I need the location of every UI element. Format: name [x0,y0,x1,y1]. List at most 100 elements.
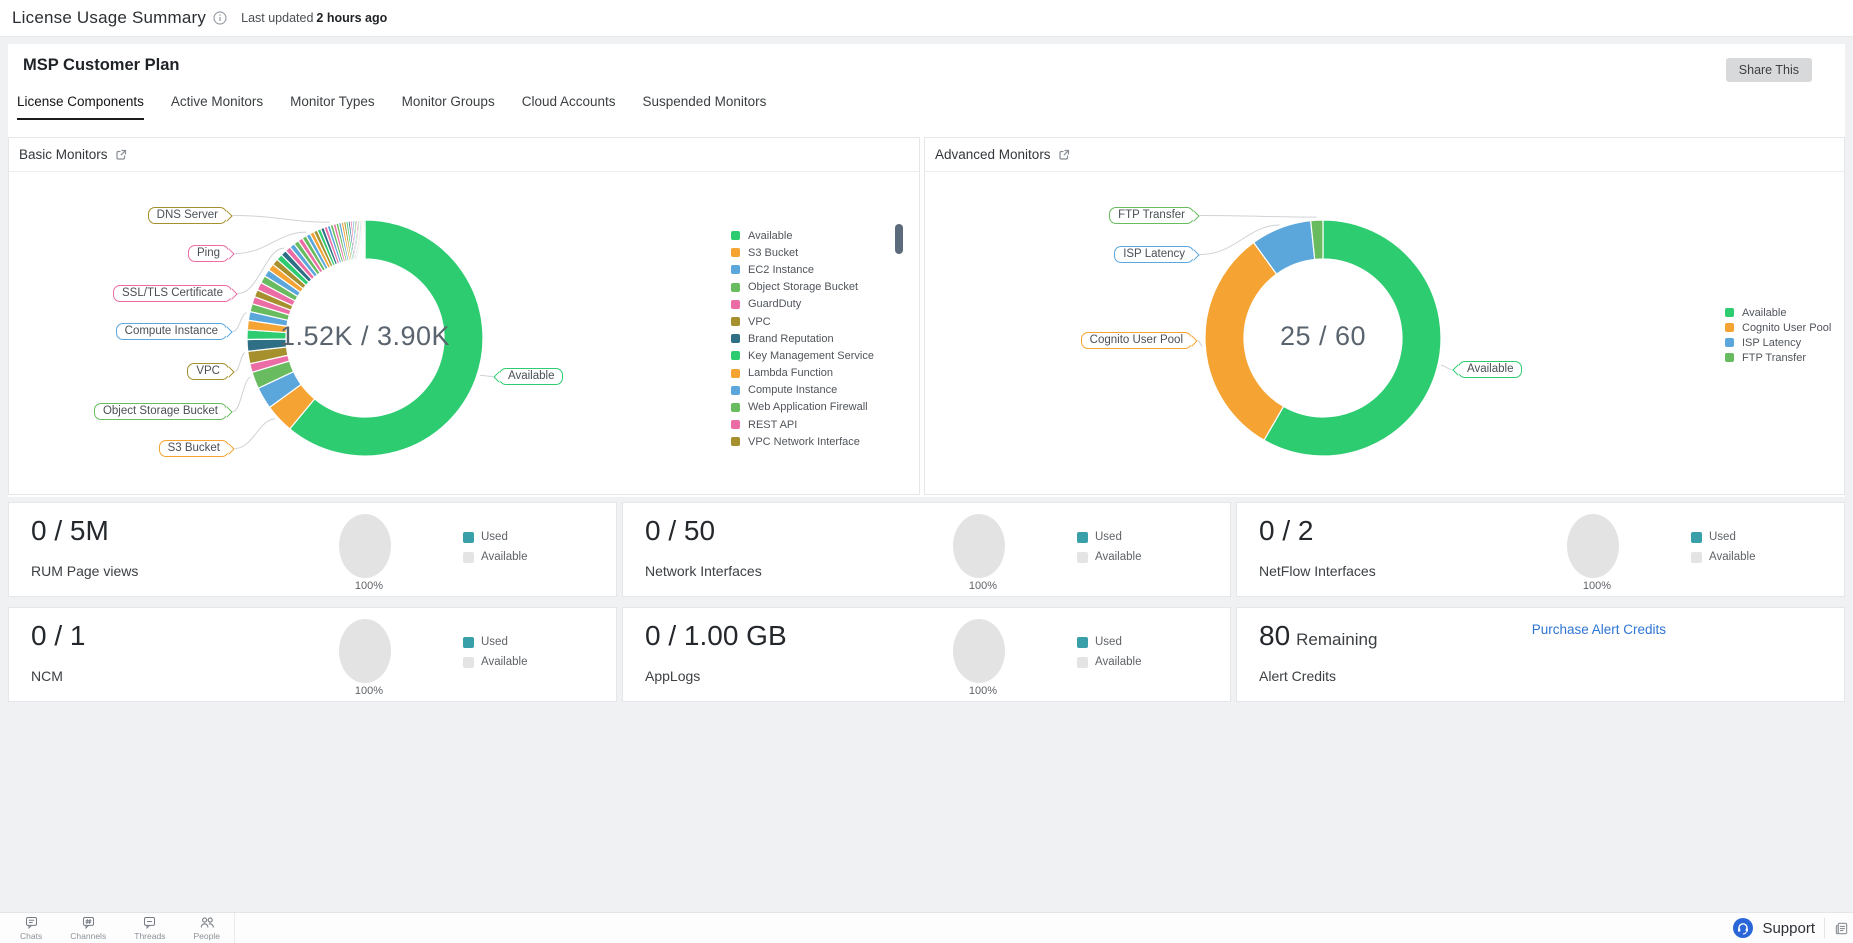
chats-icon [24,915,39,930]
legend-item[interactable]: VPC [731,313,874,330]
legend-label: FTP Transfer [1742,352,1806,364]
legend-item[interactable]: Brand Reputation [731,330,874,347]
used-swatch [463,637,474,648]
footer-support: Support [1733,913,1849,943]
legend-item[interactable]: Object Storage Bucket [731,279,874,296]
legend-item[interactable]: FTP Transfer [1725,350,1831,365]
legend-item[interactable]: Compute Instance [731,382,874,399]
legend-swatch [1725,338,1734,347]
last-updated-value: 2 hours ago [316,11,387,25]
info-icon[interactable] [213,11,227,25]
chart-callout: Cognito User Pool [1081,332,1192,349]
legend-swatch [731,386,740,395]
legend-item[interactable]: Lambda Function [731,365,874,382]
legend-item[interactable]: Available [731,227,874,244]
support-icon[interactable] [1733,918,1753,938]
available-swatch [1691,552,1702,563]
tab-monitor-groups[interactable]: Monitor Groups [402,94,495,120]
available-swatch [463,657,474,668]
channels-icon [81,915,96,930]
plan-panel: MSP Customer Plan Share This License Com… [8,44,1845,497]
legend-swatch [1725,323,1734,332]
usage-donut [339,514,391,578]
legend-swatch [731,369,740,378]
share-this-button[interactable]: Share This [1726,58,1812,82]
card-label: NetFlow Interfaces [1259,563,1376,579]
legend-label: S3 Bucket [748,247,798,259]
basic-monitors-title: Basic Monitors [19,147,108,162]
advanced-monitors-title-bar: Advanced Monitors [925,138,1844,172]
callout-leader-line [235,419,275,449]
card-network-interfaces: 0 / 50 Network Interfaces 100% Used Avai… [622,502,1231,597]
footer-bar: Chats Channels Threads People Support [0,912,1853,943]
support-label[interactable]: Support [1762,920,1815,937]
external-link-icon[interactable] [115,149,127,161]
legend-swatch [731,420,740,429]
tab-bar: License Components Active Monitors Monit… [17,94,766,120]
legend-item[interactable]: EC2 Instance [731,261,874,278]
chart-callout: SSL/TLS Certificate [113,285,232,302]
legend-item[interactable]: Key Management Service [731,347,874,364]
card-legend: Used Available [463,531,527,571]
feedback-clipboard-icon[interactable] [1834,921,1849,936]
chart-callout: Available [499,368,563,385]
available-swatch [1077,552,1088,563]
legend-scrollbar-thumb[interactable] [895,224,903,254]
tab-cloud-accounts[interactable]: Cloud Accounts [522,94,616,120]
callout-leader-line [235,353,245,372]
legend-item[interactable]: GuardDuty [731,296,874,313]
last-updated: Last updated2 hours ago [241,11,387,25]
advanced-monitors-title: Advanced Monitors [935,147,1051,162]
footer-item-threads[interactable]: Threads [134,915,165,941]
legend-label: Cognito User Pool [1742,322,1831,334]
card-value-suffix: Remaining [1296,630,1377,649]
footer-item-channels[interactable]: Channels [70,915,106,941]
callout-leader-line [480,375,493,376]
legend-label: GuardDuty [748,298,801,310]
legend-item[interactable]: REST API [731,416,874,433]
chart-callout: Compute Instance [116,323,227,340]
legend-label: Available [748,230,792,242]
footer-divider [1824,918,1825,938]
usage-donut [953,619,1005,683]
advanced-monitors-panel: Advanced Monitors 25 / 60FTP TransferISP… [924,137,1845,495]
legend-label: Key Management Service [748,350,874,362]
chart-callout: FTP Transfer [1109,207,1194,224]
legend-swatch [1725,353,1734,362]
legend-swatch [731,317,740,326]
page-title: License Usage Summary [12,8,206,28]
donut-slice[interactable] [364,220,365,259]
card-label: Network Interfaces [645,563,762,579]
card-value: 0 / 50 [645,515,715,547]
legend-item[interactable]: S3 Bucket [731,244,874,261]
tab-monitor-types[interactable]: Monitor Types [290,94,375,120]
charts-row: Basic Monitors 1.52K / 3.90KDNS ServerPi… [8,137,1845,495]
tab-active-monitors[interactable]: Active Monitors [171,94,263,120]
threads-icon [142,915,157,930]
usage-percent: 100% [953,685,1013,697]
legend-label: Lambda Function [748,367,833,379]
external-link-icon[interactable] [1058,149,1070,161]
last-updated-prefix: Last updated [241,11,313,25]
legend-label: ISP Latency [1742,337,1801,349]
legend-item[interactable]: Web Application Firewall [731,399,874,416]
purchase-alert-credits-link[interactable]: Purchase Alert Credits [1532,622,1666,637]
legend-swatch [731,334,740,343]
legend-item[interactable]: Available [1725,305,1831,320]
legend-swatch [731,300,740,309]
footer-item-chats[interactable]: Chats [20,915,42,941]
used-swatch [1077,532,1088,543]
advanced-monitors-chart: 25 / 60FTP TransferISP LatencyCognito Us… [925,172,1844,494]
legend-item[interactable]: Cognito User Pool [1725,320,1831,335]
legend-item[interactable]: VPC Network Interface [731,433,874,450]
legend-swatch [731,351,740,360]
legend-label: EC2 Instance [748,264,814,276]
people-icon [199,915,215,930]
card-netflow-interfaces: 0 / 2 NetFlow Interfaces 100% Used Avail… [1236,502,1845,597]
footer-item-people[interactable]: People [193,915,219,941]
callout-leader-line [233,377,251,411]
tab-suspended-monitors[interactable]: Suspended Monitors [643,94,767,120]
tab-license-components[interactable]: License Components [17,94,144,120]
card-label: RUM Page views [31,563,138,579]
legend-item[interactable]: ISP Latency [1725,335,1831,350]
